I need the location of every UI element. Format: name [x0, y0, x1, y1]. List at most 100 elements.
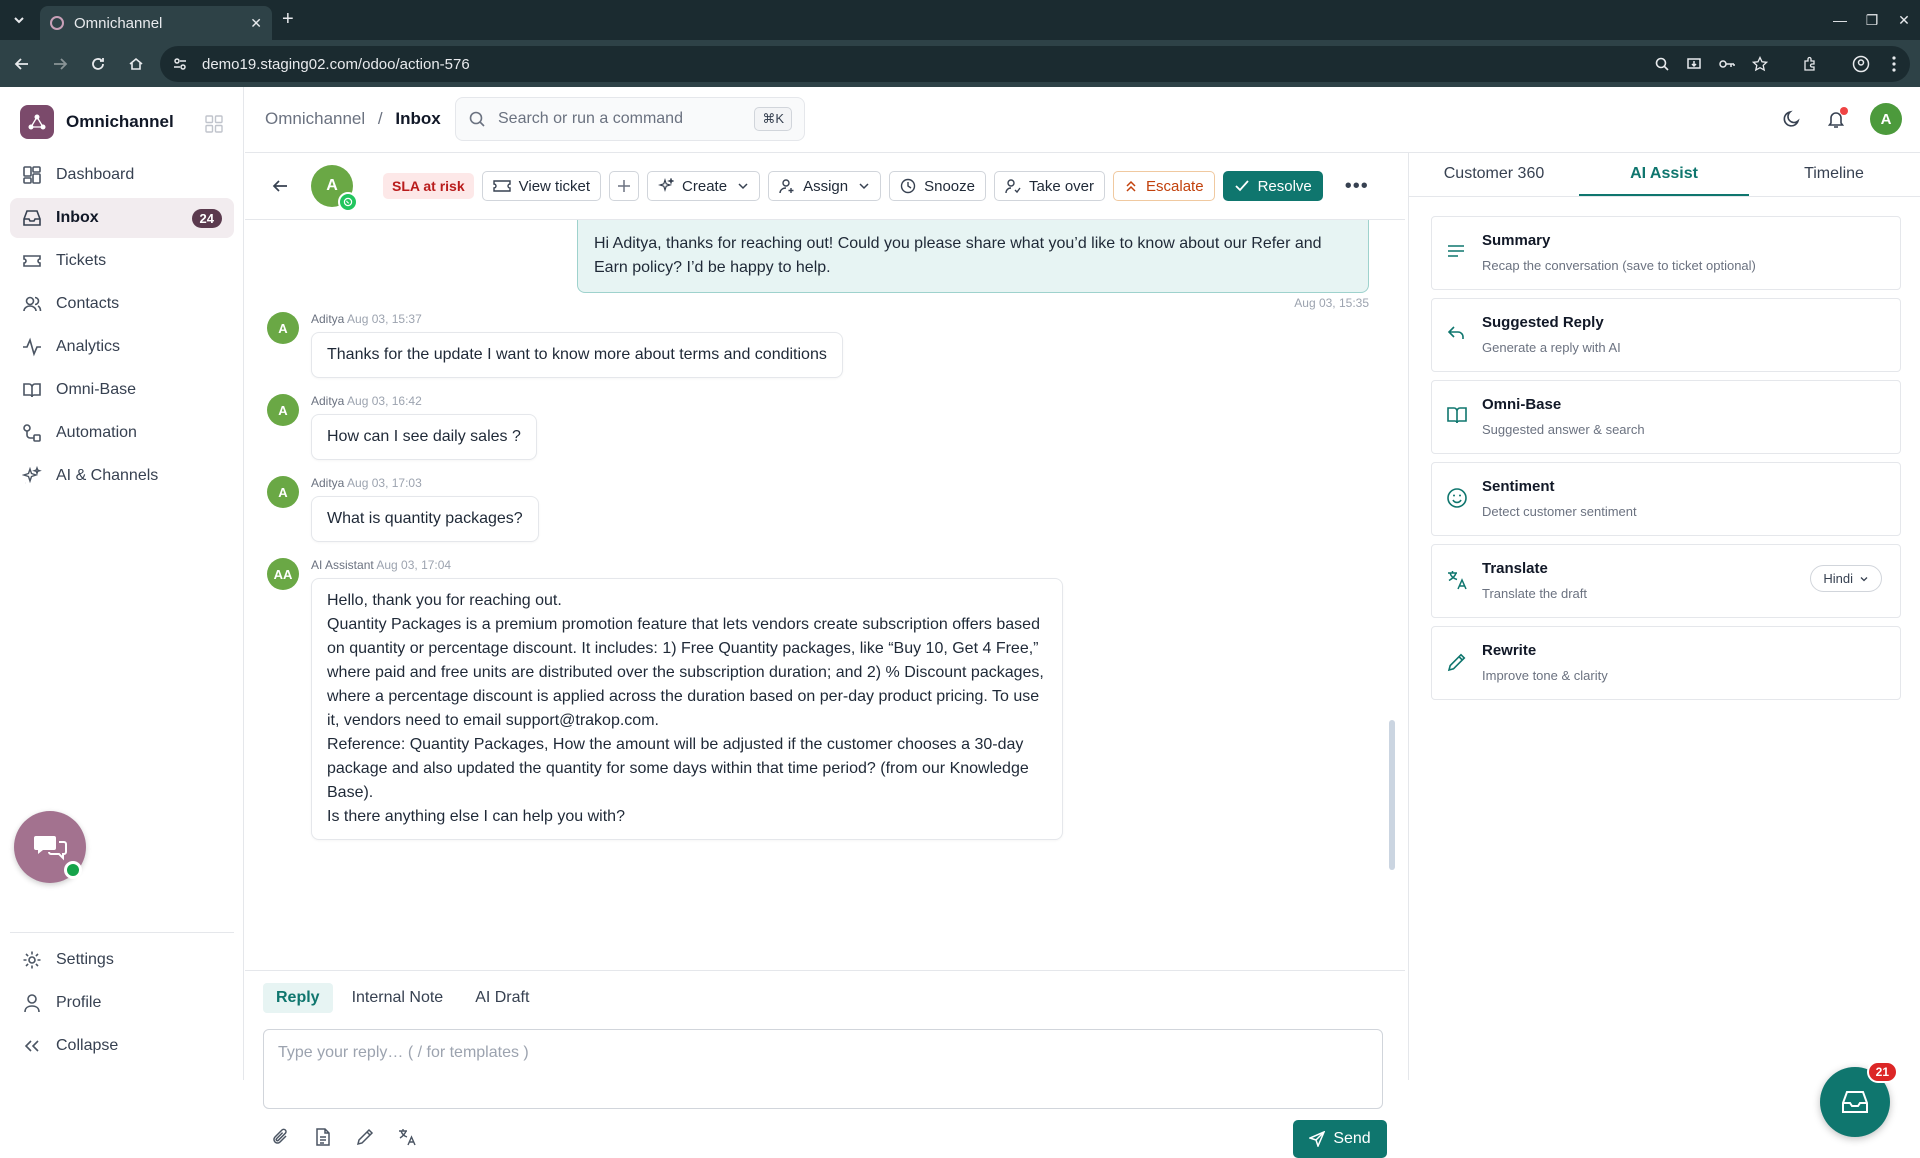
- brand[interactable]: Omnichannel: [20, 105, 174, 139]
- tab-internal-note[interactable]: Internal Note: [339, 983, 457, 1013]
- tab-timeline[interactable]: Timeline: [1749, 153, 1919, 196]
- card-subtitle: Suggested answer & search: [1482, 422, 1645, 437]
- top-bar: Omnichannel / Inbox Search or run a comm…: [245, 87, 1920, 153]
- sidebar-item-collapse[interactable]: Collapse: [10, 1026, 234, 1066]
- send-button[interactable]: Send: [1293, 1120, 1387, 1158]
- reply-input[interactable]: Type your reply… ( / for templates ): [263, 1029, 1383, 1109]
- sidebar-item-dashboard[interactable]: Dashboard: [10, 155, 234, 195]
- sender-avatar: A: [267, 394, 299, 426]
- escalate-button[interactable]: Escalate: [1113, 171, 1215, 201]
- rewrite-card[interactable]: Rewrite Improve tone & clarity: [1431, 626, 1901, 700]
- tab-title: Omnichannel: [74, 14, 163, 32]
- translate-card[interactable]: Translate Translate the draft Hindi: [1431, 544, 1901, 618]
- tab-ai-draft[interactable]: AI Draft: [462, 983, 542, 1013]
- ai-message-line: Hello, thank you for reaching out.: [327, 592, 562, 609]
- card-subtitle: Improve tone & clarity: [1482, 668, 1608, 683]
- sidebar-item-analytics[interactable]: Analytics: [10, 327, 234, 367]
- assign-dropdown-button[interactable]: Assign: [768, 171, 882, 201]
- browser-tab[interactable]: Omnichannel ✕: [40, 6, 272, 40]
- add-button[interactable]: [609, 171, 640, 201]
- translate-icon[interactable]: [397, 1127, 417, 1147]
- profile-icon[interactable]: [1852, 55, 1870, 73]
- language-select[interactable]: Hindi: [1810, 565, 1882, 592]
- sidebar-item-contacts[interactable]: Contacts: [10, 284, 234, 324]
- zoom-icon[interactable]: [1654, 56, 1670, 72]
- back-arrow-icon[interactable]: [271, 177, 289, 195]
- url-text[interactable]: demo19.staging02.com/odoo/action-576: [202, 56, 1638, 73]
- user-icon: [24, 994, 40, 1013]
- sidebar-item-inbox[interactable]: Inbox 24: [10, 198, 234, 238]
- dashboard-icon: [23, 166, 41, 184]
- attachment-icon[interactable]: [271, 1127, 291, 1147]
- inbox-fab-button[interactable]: 21: [1820, 1061, 1898, 1137]
- breadcrumb-root[interactable]: Omnichannel: [265, 109, 365, 128]
- view-ticket-button[interactable]: View ticket: [481, 171, 602, 201]
- new-tab-button[interactable]: +: [282, 8, 294, 31]
- sidebar-item-label: Collapse: [56, 1037, 119, 1054]
- browser-menu-icon[interactable]: [1892, 56, 1896, 72]
- tab-ai-assist[interactable]: AI Assist: [1579, 153, 1749, 196]
- customer-avatar[interactable]: A: [311, 165, 358, 212]
- card-subtitle: Detect customer sentiment: [1482, 504, 1637, 519]
- extensions-icon[interactable]: [1802, 56, 1818, 72]
- pencil-icon[interactable]: [355, 1127, 375, 1147]
- tab-reply[interactable]: Reply: [263, 983, 333, 1013]
- sidebar-item-tickets[interactable]: Tickets: [10, 241, 234, 281]
- restore-icon[interactable]: ❐: [1856, 12, 1888, 29]
- sidebar-item-omni-base[interactable]: Omni-Base: [10, 370, 234, 410]
- notifications-bell-icon[interactable]: [1826, 107, 1848, 129]
- tab-customer-360[interactable]: Customer 360: [1409, 153, 1579, 196]
- template-document-icon[interactable]: [313, 1127, 333, 1147]
- composer-toolbar: [271, 1127, 439, 1147]
- message-meta: Aditya Aug 03, 16:42: [311, 394, 422, 408]
- check-icon: [1234, 180, 1249, 192]
- snooze-button[interactable]: Snooze: [889, 171, 986, 201]
- live-chat-button[interactable]: [14, 811, 86, 883]
- site-info-icon[interactable]: [172, 56, 188, 72]
- sidebar-item-profile[interactable]: Profile: [10, 983, 234, 1023]
- bookmark-star-icon[interactable]: [1752, 56, 1768, 72]
- tab-search-button[interactable]: [6, 8, 32, 32]
- suggested-reply-card[interactable]: Suggested Reply Generate a reply with AI: [1431, 298, 1901, 372]
- create-label: Create: [682, 177, 728, 195]
- double-chevron-up-icon: [1126, 180, 1136, 192]
- omni-base-card[interactable]: Omni-Base Suggested answer & search: [1431, 380, 1901, 454]
- apps-grid-icon[interactable]: [205, 115, 223, 133]
- command-search[interactable]: Search or run a command ⌘K: [455, 97, 805, 141]
- more-options-icon[interactable]: •••: [1345, 175, 1369, 198]
- sidebar-item-label: AI & Channels: [56, 467, 159, 484]
- card-title: Omni-Base: [1482, 396, 1562, 413]
- sidebar-item-settings[interactable]: Settings: [10, 940, 234, 980]
- back-icon[interactable]: [6, 48, 38, 80]
- home-icon[interactable]: [120, 48, 152, 80]
- thread-scrollbar[interactable]: [1389, 720, 1395, 870]
- sidebar-item-ai-channels[interactable]: AI & Channels: [10, 456, 234, 496]
- sidebar: Omnichannel Dashboard Inbox 24 Tickets C…: [0, 87, 244, 1080]
- message-meta: AI Assistant Aug 03, 17:04: [311, 558, 451, 572]
- summary-card[interactable]: Summary Recap the conversation (save to …: [1431, 216, 1901, 290]
- minimize-icon[interactable]: —: [1824, 12, 1856, 28]
- install-app-icon[interactable]: [1686, 56, 1702, 72]
- create-dropdown-button[interactable]: Create: [647, 171, 761, 201]
- send-label: Send: [1333, 1130, 1371, 1147]
- message-bubble: What is quantity packages?: [311, 496, 539, 542]
- take-over-label: Take over: [1028, 177, 1095, 195]
- close-tab-icon[interactable]: ✕: [250, 15, 262, 32]
- sender-avatar: A: [267, 312, 299, 344]
- forward-icon[interactable]: [44, 48, 76, 80]
- dark-mode-icon[interactable]: [1782, 109, 1802, 129]
- breadcrumb: Omnichannel / Inbox: [265, 109, 441, 129]
- reload-icon[interactable]: [82, 48, 114, 80]
- sentiment-card[interactable]: Sentiment Detect customer sentiment: [1431, 462, 1901, 536]
- take-over-button[interactable]: Take over: [993, 171, 1106, 201]
- close-window-icon[interactable]: ✕: [1888, 12, 1920, 29]
- message-bubble: Hello, thank you for reaching out. Quant…: [311, 578, 1063, 840]
- message-timestamp: Aug 03, 15:35: [1294, 296, 1369, 310]
- resolve-button[interactable]: Resolve: [1222, 171, 1323, 201]
- message-timestamp: Aug 03, 17:04: [376, 558, 452, 572]
- reply-icon: [1446, 323, 1466, 343]
- user-avatar[interactable]: A: [1870, 103, 1902, 135]
- password-key-icon[interactable]: [1718, 56, 1736, 72]
- address-bar[interactable]: demo19.staging02.com/odoo/action-576: [160, 46, 1910, 82]
- sidebar-item-automation[interactable]: Automation: [10, 413, 234, 453]
